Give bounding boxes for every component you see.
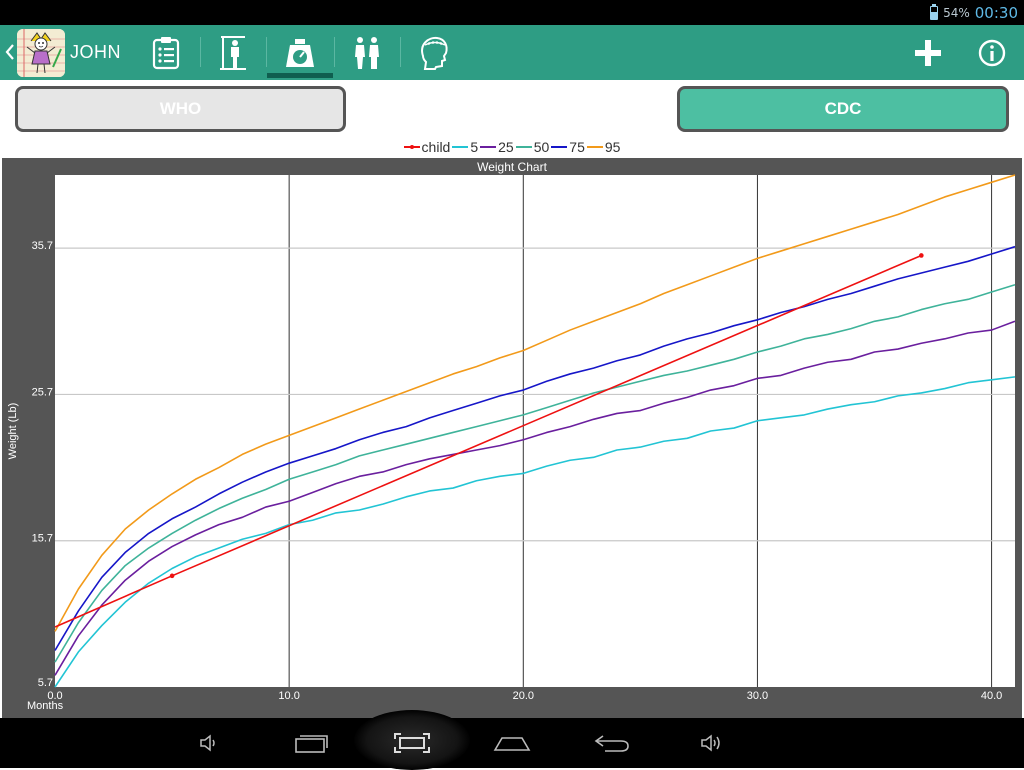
legend-swatch bbox=[403, 145, 420, 149]
legend-label: 5 bbox=[470, 139, 479, 155]
legend-item-5: 5 bbox=[452, 139, 478, 155]
legend-swatch bbox=[480, 146, 497, 148]
legend-item-25: 25 bbox=[480, 139, 514, 155]
y-tick-label: 5.7 bbox=[38, 677, 53, 689]
home-button[interactable] bbox=[490, 727, 534, 759]
add-button[interactable] bbox=[908, 33, 948, 73]
legend-item-75: 75 bbox=[551, 139, 585, 155]
series-child-point bbox=[169, 573, 175, 579]
legend-label: 25 bbox=[498, 139, 514, 155]
legend-swatch bbox=[515, 146, 532, 148]
plus-icon bbox=[915, 40, 941, 66]
legend-label: 95 bbox=[604, 139, 621, 155]
y-tick-label: 15.7 bbox=[32, 533, 53, 545]
action-bar: JOHN bbox=[0, 25, 1024, 80]
chart-title: Weight Chart bbox=[477, 160, 547, 174]
x-tick-label: 30.0 bbox=[747, 690, 768, 702]
series-child-point bbox=[919, 253, 924, 258]
legend-item-50: 50 bbox=[515, 139, 550, 155]
recent-apps-icon bbox=[295, 735, 328, 753]
weighing-scale-icon bbox=[286, 38, 314, 67]
tab-height[interactable] bbox=[201, 25, 265, 80]
chart-legend: child 5 25 50 75 95 bbox=[0, 137, 1024, 157]
legend-label: 75 bbox=[569, 139, 585, 155]
height-measure-icon bbox=[220, 35, 246, 70]
back-chevron-icon[interactable] bbox=[4, 41, 16, 63]
body-figures-icon bbox=[355, 36, 379, 69]
x-tick-label: 20.0 bbox=[513, 690, 534, 702]
legend-swatch bbox=[551, 146, 568, 148]
x-tick-label: 10.0 bbox=[278, 690, 299, 702]
legend-label: 50 bbox=[533, 139, 550, 155]
avatar[interactable] bbox=[17, 29, 65, 77]
tab-body[interactable] bbox=[335, 25, 399, 80]
back-button[interactable] bbox=[590, 727, 634, 759]
x-tick-label: 40.0 bbox=[981, 690, 1002, 702]
tab-head[interactable] bbox=[401, 25, 465, 80]
legend-item-child: child bbox=[403, 139, 451, 155]
tab-weight[interactable] bbox=[267, 25, 333, 80]
info-button[interactable] bbox=[972, 33, 1012, 73]
recent-apps-button[interactable] bbox=[290, 727, 334, 759]
screenshot-icon bbox=[394, 733, 430, 753]
battery-percent: 54% bbox=[943, 6, 970, 20]
legend-swatch bbox=[586, 146, 603, 148]
patient-name[interactable]: JOHN bbox=[70, 42, 121, 63]
screenshot-button[interactable] bbox=[390, 727, 434, 759]
head-circumference-icon bbox=[421, 36, 448, 70]
volume-down-icon bbox=[200, 734, 215, 752]
legend-item-95: 95 bbox=[586, 139, 621, 155]
legend-swatch bbox=[452, 146, 469, 148]
clock: 00:30 bbox=[974, 4, 1018, 22]
back-icon bbox=[594, 735, 629, 752]
weight-chart-svg: Weight Chart0.0 10.0 20.0 30.0 40.05.715.725… bbox=[7, 160, 1016, 712]
y-tick-label: 25.7 bbox=[32, 386, 53, 398]
x-axis-label: Months bbox=[27, 700, 64, 712]
clipboard-icon bbox=[152, 36, 180, 69]
y-axis-label: Weight (Lb) bbox=[7, 403, 19, 460]
weight-chart[interactable]: Weight Chart 0.0 10.0 20.0 30.0 40.0 5.7 15.7 25… bbox=[2, 158, 1022, 718]
home-icon bbox=[493, 737, 531, 751]
battery-icon bbox=[930, 4, 939, 20]
status-indicators: 54% 00:30 bbox=[930, 3, 1018, 23]
volume-down-button[interactable] bbox=[188, 727, 232, 759]
tab-clipboard[interactable] bbox=[134, 25, 198, 80]
status-bar: 54% 00:30 bbox=[0, 0, 1024, 25]
navigation-bar bbox=[0, 710, 1024, 770]
child-drawing-icon bbox=[17, 29, 65, 77]
legend-label: child bbox=[421, 139, 451, 155]
info-icon bbox=[978, 39, 1006, 67]
plot-area bbox=[55, 175, 1015, 687]
volume-up-icon bbox=[701, 734, 720, 752]
y-tick-label: 35.7 bbox=[32, 240, 53, 252]
volume-up-button[interactable] bbox=[690, 727, 734, 759]
who-button[interactable]: WHO bbox=[15, 86, 346, 132]
cdc-button[interactable]: CDC bbox=[677, 86, 1009, 132]
